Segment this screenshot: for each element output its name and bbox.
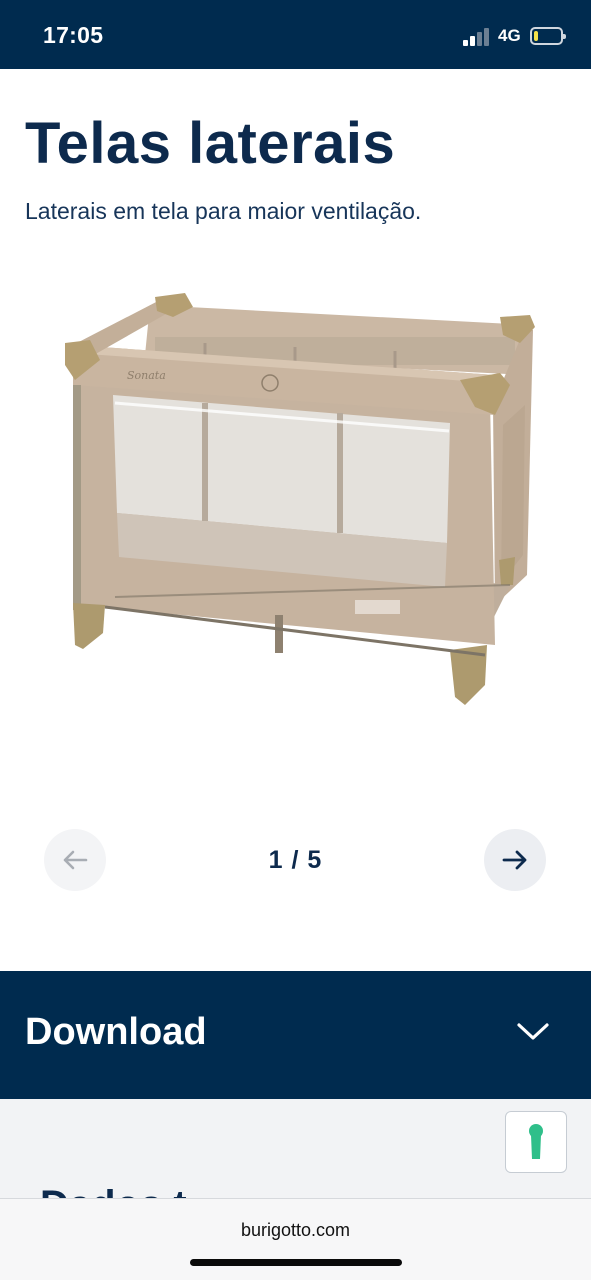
status-bar: 17:05 4G: [0, 0, 591, 69]
section-heading-cut: Dados t: [40, 1183, 187, 1199]
chevron-down-icon: [517, 1023, 549, 1040]
download-accordion[interactable]: Download: [0, 971, 591, 1099]
status-time: 17:05: [43, 22, 104, 48]
page-title: Telas laterais: [25, 111, 396, 176]
gallery-next-button[interactable]: [484, 829, 546, 891]
next-section: Dados t: [0, 1099, 591, 1199]
download-label: Download: [25, 1011, 207, 1053]
home-indicator[interactable]: [190, 1259, 402, 1266]
url-text: burigotto.com: [240, 1220, 351, 1240]
battery-level: [534, 31, 538, 41]
product-image: Sonata: [65, 293, 535, 705]
page-subtitle: Laterais em tela para maior ventilação.: [25, 198, 422, 224]
arrow-right-icon: [502, 850, 527, 870]
network-type: 4G: [498, 26, 521, 45]
browser-url-bar[interactable]: burigotto.com: [0, 1198, 591, 1280]
svg-text:Sonata: Sonata: [127, 369, 166, 382]
cellular-signal-icon: [463, 28, 491, 46]
accessibility-icon: [529, 1124, 543, 1159]
battery-icon: [530, 27, 566, 45]
accessibility-button[interactable]: [505, 1111, 567, 1173]
